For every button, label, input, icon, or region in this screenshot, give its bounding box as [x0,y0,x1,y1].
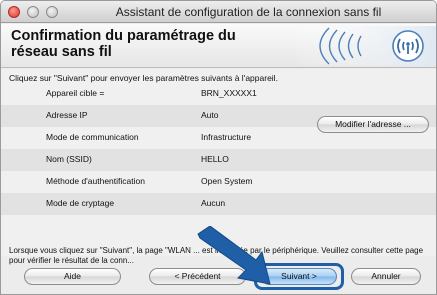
setting-value: BRN_XXXXX1 [201,88,257,98]
header-banner: Confirmation du paramétrage du réseau sa… [1,24,436,68]
settings-row: Appareil cible = BRN_XXXXX1 [1,83,436,105]
modify-address-button[interactable]: Modifier l'adresse ... [317,116,429,133]
intro-text: Cliquez sur "Suivant" pour envoyer les p… [9,73,278,83]
settings-row: Méthode d'authentification Open System [1,171,436,193]
setting-label: Mode de communication [46,132,139,142]
page-title: Confirmation du paramétrage du réseau sa… [11,28,236,60]
setting-label: Appareil cible = [46,88,105,98]
setting-label: Nom (SSID) [46,154,92,164]
setting-value: Auto [201,110,219,120]
setting-label: Adresse IP [46,110,88,120]
wizard-window: Assistant de configuration de la connexi… [0,0,437,295]
minimize-window-button[interactable] [27,6,39,18]
settings-row: Nom (SSID) HELLO [1,149,436,171]
setting-value: Aucun [201,198,226,208]
title-bar: Assistant de configuration de la connexi… [1,1,436,23]
setting-label: Mode de cryptage [46,198,115,208]
settings-row: Mode de cryptage Aucun [1,193,436,215]
setting-label: Méthode d'authentification [46,176,145,186]
cancel-button[interactable]: Annuler [351,268,421,285]
setting-value: HELLO [201,154,229,164]
setting-value: Open System [201,176,253,186]
close-window-button[interactable] [8,6,20,18]
wifi-signal-icon [291,26,436,66]
window-title: Assistant de configuration de la connexi… [115,5,382,19]
zoom-window-button[interactable] [46,6,58,18]
help-button[interactable]: Aide [24,268,121,285]
arrow-pointer-icon [197,226,271,285]
setting-value: Infrastructure [201,132,252,142]
